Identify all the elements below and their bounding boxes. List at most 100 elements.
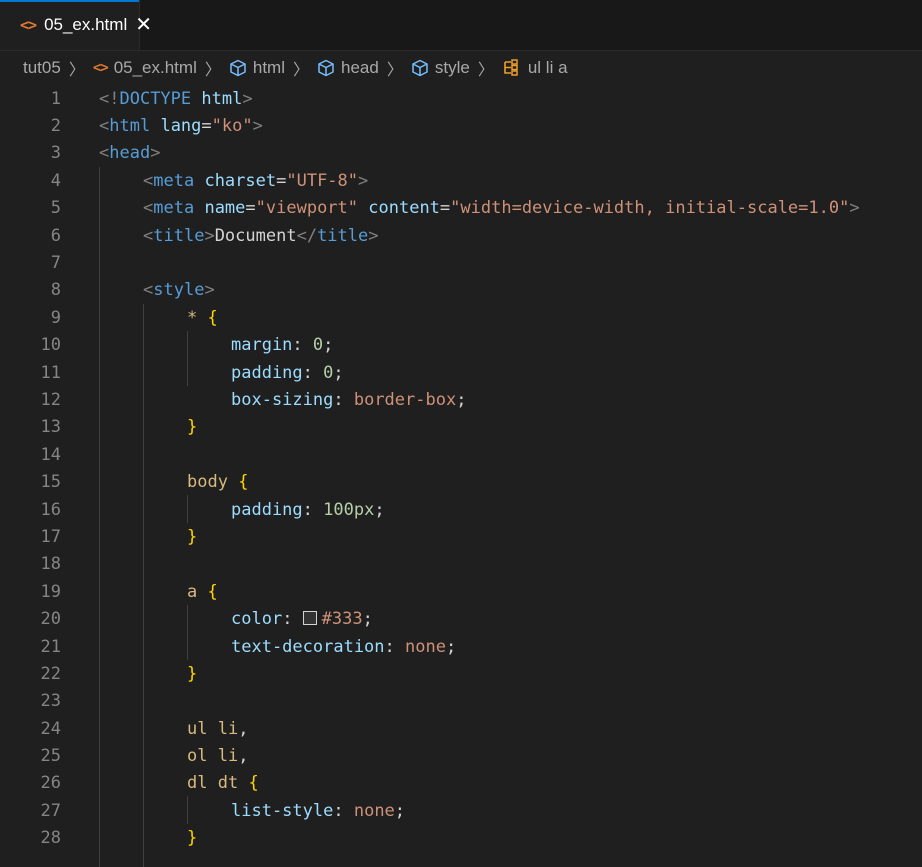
code-text: color: #333; [231, 609, 373, 630]
code-text: padding: 100px; [231, 499, 385, 520]
code-editor[interactable]: 1 <!DOCTYPE html> 2 <html lang="ko"> 3 <… [0, 85, 922, 867]
code-line: 8 <style> [0, 277, 922, 304]
line-number: 12 [40, 389, 61, 410]
line-number: 26 [40, 773, 61, 794]
code-line: 16 padding: 100px; [0, 496, 922, 523]
code-line: 12 box-sizing: border-box; [0, 386, 922, 413]
code-line: 19 a { [0, 578, 922, 605]
line-number: 16 [40, 499, 61, 520]
code-text: * { [187, 307, 218, 328]
code-text: ul li, [187, 718, 249, 739]
line-number: 7 [50, 253, 61, 274]
line-number: 18 [40, 554, 61, 575]
code-line: 6 <title>Document</title> [0, 222, 922, 249]
html-file-icon: <> [20, 16, 37, 34]
code-line: 22 } [0, 660, 922, 687]
code-line: 21 text-decoration: none; [0, 633, 922, 660]
code-text: ol li, [187, 746, 249, 767]
code-text: a { [187, 581, 218, 602]
code-text: <head> [99, 143, 161, 164]
tab-label: 05_ex.html [44, 15, 128, 34]
code-line: 18 [0, 551, 922, 578]
line-number: 15 [40, 472, 61, 493]
line-number: 24 [40, 718, 61, 739]
tab-bar: <> 05_ex.html ✕ [0, 0, 922, 51]
line-number: 3 [50, 143, 61, 164]
line-number: 5 [50, 198, 61, 219]
code-line: 4 <meta charset="UTF-8"> [0, 167, 922, 194]
code-text: } [187, 828, 198, 849]
breadcrumb-html[interactable]: html [229, 58, 285, 78]
line-number: 2 [50, 116, 61, 137]
code-line: 27 list-style: none; [0, 797, 922, 824]
code-line: 26 dl dt { [0, 770, 922, 797]
line-number: 21 [40, 636, 61, 657]
line-number: 11 [40, 362, 61, 383]
code-text: list-style: none; [231, 800, 406, 821]
code-line: 23 [0, 688, 922, 715]
breadcrumb-folder[interactable]: tut05 [23, 58, 61, 78]
breadcrumb-style[interactable]: style [411, 58, 470, 78]
line-number: 25 [40, 746, 61, 767]
line-number: 1 [50, 88, 61, 109]
code-line: 25 ol li, [0, 742, 922, 769]
line-number: 10 [40, 335, 61, 356]
breadcrumb-head[interactable]: head [317, 58, 379, 78]
code-line: 14 [0, 441, 922, 468]
chevron-right-icon: 〉 [68, 62, 85, 79]
code-text: <html lang="ko"> [99, 116, 263, 137]
code-text: box-sizing: border-box; [231, 389, 467, 410]
code-text: body { [187, 472, 249, 493]
code-line: 24 ul li, [0, 715, 922, 742]
code-text: dl dt { [187, 773, 259, 794]
code-line: 7 [0, 249, 922, 276]
code-text: } [187, 663, 198, 684]
color-swatch[interactable] [302, 611, 317, 626]
chevron-right-icon: 〉 [204, 62, 221, 79]
line-number: 20 [40, 609, 61, 630]
code-line: 28 } [0, 825, 922, 852]
close-icon[interactable]: ✕ [135, 15, 152, 35]
code-line: 15 body { [0, 468, 922, 495]
cube-icon [412, 59, 428, 77]
code-line: 1 <!DOCTYPE html> [0, 85, 922, 112]
structure-icon [504, 59, 518, 76]
chevron-right-icon: 〉 [386, 62, 403, 79]
chevron-right-icon: 〉 [293, 62, 310, 79]
code-text: <title>Document</title> [143, 225, 379, 246]
code-text: <style> [143, 280, 215, 301]
line-number: 28 [40, 828, 61, 849]
code-text: text-decoration: none; [231, 636, 457, 657]
cube-icon [318, 59, 334, 77]
line-number: 8 [50, 280, 61, 301]
code-line: 20 color: #333; [0, 605, 922, 632]
code-line: 11 padding: 0; [0, 359, 922, 386]
chevron-right-icon: 〉 [477, 62, 494, 79]
line-number: 9 [50, 307, 61, 328]
code-line: 2 <html lang="ko"> [0, 112, 922, 139]
code-text: <!DOCTYPE html> [99, 88, 253, 109]
code-text: margin: 0; [231, 335, 334, 356]
line-number: 19 [40, 581, 61, 602]
line-number: 14 [40, 444, 61, 465]
breadcrumb-selector[interactable]: ul li a [502, 58, 568, 78]
html-file-icon: <> [92, 60, 109, 76]
code-text: } [187, 417, 198, 438]
code-line: 9 * { [0, 304, 922, 331]
breadcrumb-file[interactable]: <> 05_ex.html [93, 58, 197, 78]
code-text: } [187, 526, 198, 547]
line-number: 4 [50, 170, 61, 191]
code-line: 13 } [0, 414, 922, 441]
breadcrumb: tut05 〉 <> 05_ex.html 〉 html 〉 head 〉 st… [0, 51, 922, 85]
code-text: padding: 0; [231, 362, 344, 383]
line-number: 13 [40, 417, 61, 438]
line-number: 17 [40, 526, 61, 547]
tab-05-ex-html[interactable]: <> 05_ex.html ✕ [0, 0, 152, 50]
code-line: 17 } [0, 523, 922, 550]
line-number: 22 [40, 663, 61, 684]
code-line: 5 <meta name="viewport" content="width=d… [0, 195, 922, 222]
code-line: 10 margin: 0; [0, 332, 922, 359]
code-line: 3 <head> [0, 140, 922, 167]
line-number: 6 [50, 225, 61, 246]
code-text: <meta charset="UTF-8"> [143, 170, 369, 191]
